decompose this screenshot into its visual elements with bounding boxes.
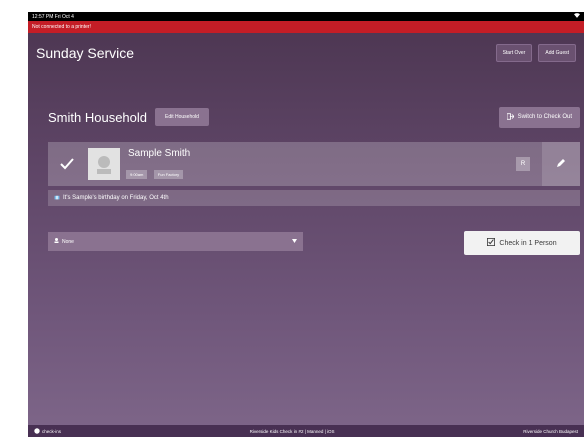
person-time-tag: 9:00am — [126, 169, 148, 179]
person-badge: R — [516, 157, 530, 171]
birthday-text: It's Sample's birthday on Friday, Oct 4t… — [63, 195, 169, 201]
footer-church: Riverside Church Budapest — [523, 428, 578, 434]
status-time: 12:57 PM Fri Oct 4 — [32, 13, 74, 20]
banner-text: Not connected to a printer! — [32, 24, 91, 30]
check-in-button[interactable]: Check in 1 Person — [464, 231, 580, 255]
switch-to-checkout-button[interactable]: Switch to Check Out — [498, 106, 580, 128]
edit-person-button[interactable] — [542, 142, 580, 186]
person-name: Sample Smith — [128, 147, 191, 159]
footer: check-ins Riverside Kids Check in #2 | M… — [28, 425, 584, 437]
person-card[interactable]: Sample Smith 9:00am Fun Factory R — [48, 142, 580, 186]
edit-household-button[interactable]: Edit Household — [155, 108, 209, 126]
status-bar: 12:57 PM Fri Oct 4 — [28, 12, 584, 21]
location-select[interactable]: None — [48, 232, 303, 251]
person-room-tag: Fun Factory — [153, 169, 184, 179]
household-row: Smith Household Edit Household Switch to… — [48, 105, 580, 129]
start-over-button[interactable]: Start Over — [495, 44, 533, 62]
check-ins-logo-icon — [34, 427, 40, 435]
header: Sunday Service Start Over Add Guest — [28, 33, 584, 73]
wifi-icon — [574, 13, 580, 20]
device-screen: 12:57 PM Fri Oct 4 Not connected to a pr… — [28, 12, 584, 437]
avatar — [88, 148, 120, 180]
printer-warning-banner: Not connected to a printer! — [28, 21, 584, 33]
birthday-notice: It's Sample's birthday on Friday, Oct 4t… — [48, 190, 580, 206]
page-title: Sunday Service — [36, 45, 135, 61]
checkbox-icon — [487, 238, 496, 248]
person-icon — [54, 238, 59, 245]
check-mark-icon[interactable] — [60, 157, 74, 175]
gift-icon — [54, 194, 60, 202]
check-in-label: Check in 1 Person — [499, 239, 557, 247]
pencil-icon — [556, 155, 566, 173]
exit-icon — [506, 112, 515, 122]
add-guest-button[interactable]: Add Guest — [538, 44, 576, 62]
chevron-down-icon — [292, 238, 297, 245]
select-value: None — [62, 238, 74, 245]
footer-station: Riverside Kids Check in #2 | Manned | iO… — [249, 428, 335, 434]
switch-label: Switch to Check Out — [517, 114, 572, 120]
footer-brand: check-ins — [42, 428, 62, 434]
household-name: Smith Household — [48, 109, 147, 125]
